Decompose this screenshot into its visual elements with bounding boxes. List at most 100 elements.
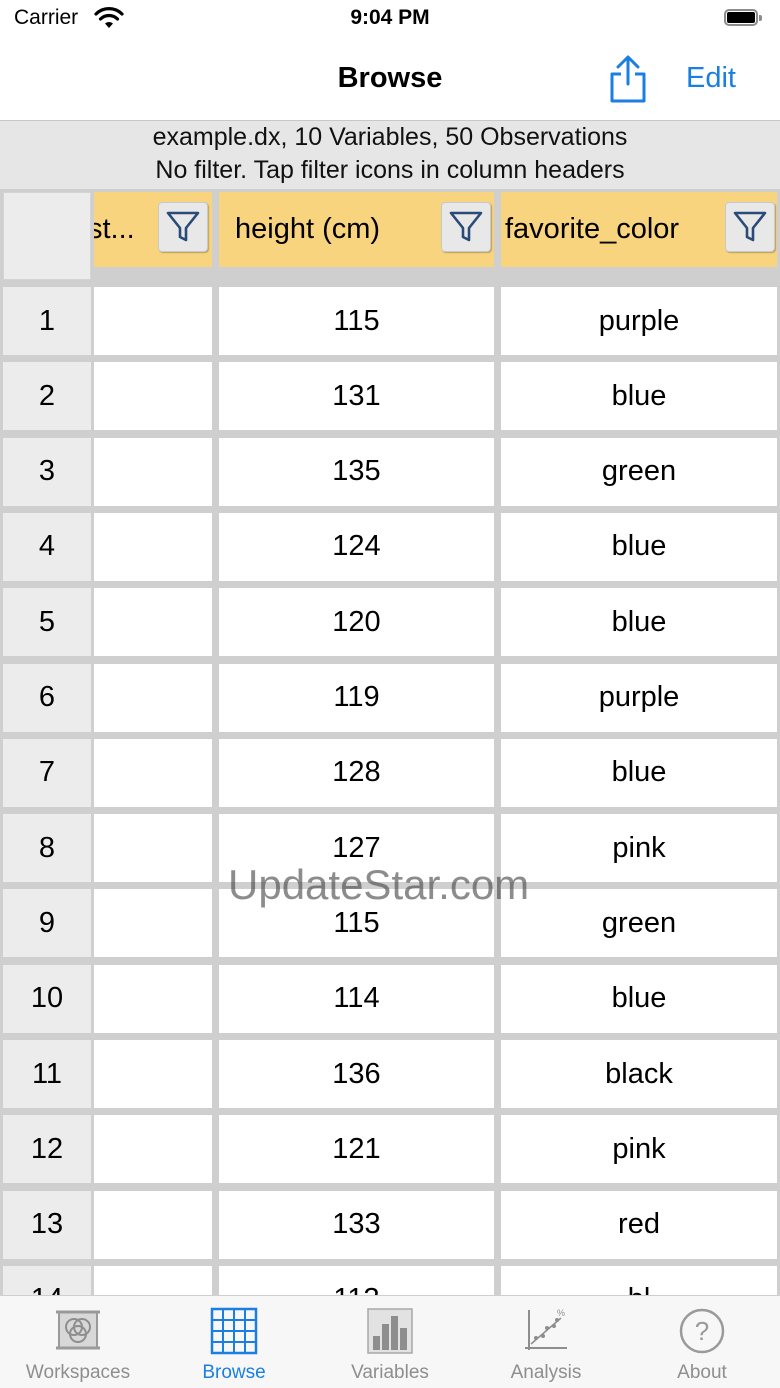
table-cell-favorite-color[interactable]: blue: [501, 512, 777, 581]
header-row: st... height (cm) favorite_color: [0, 189, 780, 283]
grid-icon: [209, 1306, 259, 1356]
table-cell[interactable]: [94, 814, 212, 883]
tab-label: Workspaces: [25, 1362, 131, 1383]
table-cell[interactable]: [94, 512, 212, 581]
table-row[interactable]: 4 124 blue: [0, 512, 780, 583]
tab-label: About: [677, 1362, 727, 1383]
column-header-favorite-color[interactable]: favorite_color: [501, 192, 777, 267]
table-cell-favorite-color[interactable]: pink: [501, 1115, 777, 1184]
bar-chart-icon: [365, 1306, 415, 1356]
row-number-cell[interactable]: 3: [3, 437, 91, 506]
table-row[interactable]: 8 127 pink: [0, 814, 780, 884]
table-cell[interactable]: [94, 663, 212, 732]
workspaces-icon: [53, 1306, 103, 1356]
table-cell-height[interactable]: 115: [219, 889, 494, 958]
table-cell-height[interactable]: 136: [219, 1040, 494, 1108]
tab-variables[interactable]: Variables: [312, 1296, 468, 1388]
table-cell[interactable]: [94, 889, 212, 958]
tab-label: Variables: [351, 1362, 429, 1383]
status-bar: Carrier 9:04 PM: [0, 0, 780, 44]
clock: 9:04 PM: [350, 6, 430, 29]
filter-icon[interactable]: [725, 202, 775, 252]
filter-icon[interactable]: [158, 202, 208, 252]
table-cell[interactable]: [94, 362, 212, 431]
table-cell-favorite-color[interactable]: blue: [501, 738, 777, 807]
tab-browse[interactable]: Browse: [156, 1296, 312, 1388]
column-header-1[interactable]: st...: [94, 192, 212, 267]
table-row[interactable]: 14 113bl: [0, 1265, 780, 1295]
row-number-cell[interactable]: 5: [3, 588, 91, 657]
table-cell-favorite-color[interactable]: blue: [501, 964, 777, 1033]
table-row[interactable]: 6 119 purple: [0, 663, 780, 734]
table-cell-height[interactable]: 127: [219, 814, 494, 883]
row-number-cell[interactable]: 2: [3, 362, 91, 431]
table-cell[interactable]: [94, 1115, 212, 1184]
table-cell[interactable]: [94, 738, 212, 807]
table-cell-height[interactable]: 133: [219, 1190, 494, 1259]
table-cell-height[interactable]: 131: [219, 362, 494, 431]
table-cell-favorite-color[interactable]: blue: [501, 588, 777, 657]
table-cell-height[interactable]: 114: [219, 964, 494, 1033]
table-cell-height[interactable]: 121: [219, 1115, 494, 1184]
table-cell-height[interactable]: 115: [219, 287, 494, 355]
table-row[interactable]: 3 135 green: [0, 437, 780, 508]
table-cell-favorite-color[interactable]: green: [501, 437, 777, 506]
table-cell-height[interactable]: 119: [219, 663, 494, 732]
table-row[interactable]: 5 120 blue: [0, 588, 780, 658]
table-row[interactable]: 11 136 black: [0, 1040, 780, 1110]
question-icon: ?: [677, 1306, 727, 1356]
table-cell-height[interactable]: 124: [219, 512, 494, 581]
table-cell[interactable]: [94, 287, 212, 355]
row-number-cell[interactable]: 14: [3, 1265, 91, 1295]
corner-cell: [3, 192, 91, 280]
row-number-cell[interactable]: 4: [3, 512, 91, 581]
table-cell[interactable]: [94, 1190, 212, 1259]
row-number-cell[interactable]: 12: [3, 1115, 91, 1184]
table-cell[interactable]: [94, 437, 212, 506]
row-number-cell[interactable]: 10: [3, 964, 91, 1033]
table-row[interactable]: 2 131 blue: [0, 362, 780, 432]
table-row[interactable]: 10 114 blue: [0, 964, 780, 1035]
table-cell-favorite-color[interactable]: bl: [501, 1265, 777, 1295]
edit-button[interactable]: Edit: [686, 62, 736, 95]
table-cell[interactable]: [94, 588, 212, 657]
filter-icon[interactable]: [441, 202, 491, 252]
table-row[interactable]: 1 115 purple: [0, 287, 780, 357]
row-number-cell[interactable]: 13: [3, 1190, 91, 1259]
table-cell[interactable]: [94, 1265, 212, 1295]
tab-about[interactable]: ? About: [624, 1296, 780, 1388]
row-number-cell[interactable]: 8: [3, 814, 91, 883]
column-header-label: st...: [94, 213, 135, 245]
table-cell[interactable]: [94, 1040, 212, 1108]
table-cell-favorite-color[interactable]: purple: [501, 287, 777, 355]
tab-label: Analysis: [510, 1362, 582, 1383]
table-cell[interactable]: [94, 964, 212, 1033]
column-header-height[interactable]: height (cm): [219, 192, 494, 267]
table-row[interactable]: 9 115 green: [0, 889, 780, 959]
table-row[interactable]: 13 133 red: [0, 1190, 780, 1261]
svg-text:?: ?: [695, 1316, 709, 1346]
table-row[interactable]: 12 121 pink: [0, 1115, 780, 1185]
row-number-cell[interactable]: 1: [3, 287, 91, 355]
table-cell-favorite-color[interactable]: green: [501, 889, 777, 958]
table-cell-favorite-color[interactable]: blue: [501, 362, 777, 431]
tab-analysis[interactable]: % Analysis: [468, 1296, 624, 1388]
table-cell-height[interactable]: 128: [219, 738, 494, 807]
table-cell-favorite-color[interactable]: black: [501, 1040, 777, 1108]
row-number-cell[interactable]: 11: [3, 1040, 91, 1108]
table-cell-height[interactable]: 135: [219, 437, 494, 506]
info-banner: example.dx, 10 Variables, 50 Observation…: [0, 121, 780, 189]
tab-label: Browse: [202, 1362, 266, 1383]
table-cell-height[interactable]: 120: [219, 588, 494, 657]
row-number-cell[interactable]: 9: [3, 889, 91, 958]
row-number-cell[interactable]: 6: [3, 663, 91, 732]
share-icon[interactable]: [604, 54, 652, 106]
table-cell-height[interactable]: 113: [219, 1265, 494, 1295]
table-cell-favorite-color[interactable]: pink: [501, 814, 777, 883]
table-row[interactable]: 7 128 blue: [0, 738, 780, 809]
table-cell-favorite-color[interactable]: purple: [501, 663, 777, 732]
tab-workspaces[interactable]: Workspaces: [0, 1296, 156, 1388]
row-number-cell[interactable]: 7: [3, 738, 91, 807]
data-grid[interactable]: st... height (cm) favorite_color 1 115 pur…: [0, 189, 780, 1295]
table-cell-favorite-color[interactable]: red: [501, 1190, 777, 1259]
